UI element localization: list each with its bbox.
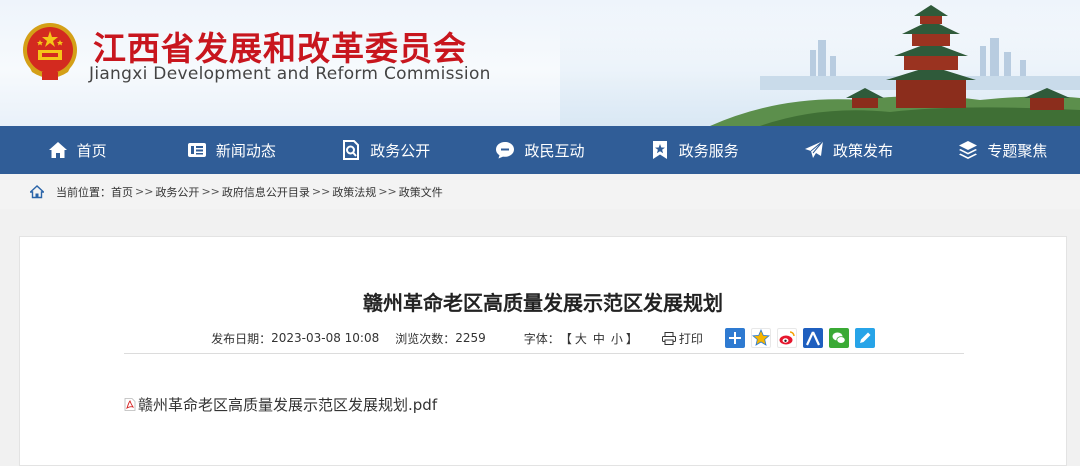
- breadcrumb-link-home[interactable]: 首页: [111, 184, 133, 200]
- font-size-medium-button[interactable]: 中: [593, 330, 605, 347]
- nav-item-label: 政务公开: [370, 141, 431, 160]
- breadcrumb-link-gov-affairs[interactable]: 政务公开: [155, 184, 199, 200]
- nav-item-label: 首页: [76, 141, 107, 160]
- print-label: 打印: [678, 331, 703, 346]
- printer-icon: [661, 331, 676, 345]
- renren-icon[interactable]: [802, 328, 823, 348]
- layers-icon: [959, 141, 978, 159]
- site-header: 江西省发展和改革委员会 Jiangxi Development and Refo…: [0, 0, 1080, 126]
- breadcrumb-prefix: 当前位置：: [56, 185, 111, 199]
- article-meta: 发布日期： 2023-03-08 10:08 浏览次数： 2259 字体： 【 …: [20, 328, 1066, 348]
- breadcrumb-home-icon: [30, 184, 44, 198]
- home-icon: [48, 142, 67, 158]
- print-button[interactable]: 打印: [661, 330, 703, 347]
- nav-item-news[interactable]: 新闻动态: [154, 140, 308, 161]
- breadcrumb-link-policy-docs[interactable]: 政策文件: [399, 184, 443, 200]
- qzone-star-icon[interactable]: [750, 328, 771, 348]
- pdf-attachment-link[interactable]: 赣州革命老区高质量发展示范区发展规划.pdf: [124, 394, 437, 415]
- breadcrumb-separator: >>: [311, 185, 331, 198]
- nav-item-label: 政务服务: [678, 141, 739, 160]
- chat-icon: [496, 142, 515, 159]
- breadcrumb-separator: >>: [378, 185, 397, 198]
- news-icon: [187, 143, 206, 157]
- article-panel: 赣州革命老区高质量发展示范区发展规划 发布日期： 2023-03-08 10:0…: [19, 236, 1067, 466]
- pencil-share-icon[interactable]: [854, 328, 875, 348]
- bookmark-star-icon: [652, 141, 667, 159]
- site-title-cn: 江西省发展和改革委员会: [93, 29, 467, 68]
- attachment-filename: 赣州革命老区高质量发展示范区发展规划.pdf: [138, 396, 438, 414]
- breadcrumb: 当前位置： 首页 >> 政务公开 >> 政府信息公开目录 >> 政策法规 >> …: [0, 174, 1080, 209]
- publish-date: 2023-03-08 10:08: [271, 331, 380, 345]
- meta-divider: [124, 353, 964, 354]
- font-size-large-button[interactable]: 大: [575, 330, 587, 347]
- national-emblem-icon[interactable]: [18, 20, 82, 84]
- views-label: 浏览次数：: [395, 331, 456, 346]
- weibo-icon[interactable]: [776, 328, 797, 348]
- font-size-small-button[interactable]: 小: [611, 330, 623, 347]
- article-title: 赣州革命老区高质量发展示范区发展规划: [363, 291, 723, 315]
- pdf-file-icon: [124, 398, 136, 411]
- share-bar: [724, 328, 875, 348]
- views-count: 2259: [455, 331, 486, 345]
- publish-date-label: 发布日期：: [211, 331, 272, 346]
- wechat-icon[interactable]: [828, 328, 849, 348]
- nav-item-services[interactable]: 政务服务: [617, 140, 771, 161]
- bracket-close: 】: [625, 331, 638, 346]
- breadcrumb-separator: >>: [135, 185, 154, 198]
- banner-scenery-image: [560, 0, 1080, 126]
- font-size-label: 字体：: [523, 331, 560, 346]
- nav-item-label: 政策发布: [833, 141, 894, 160]
- site-title-en: Jiangxi Development and Reform Commissio…: [89, 64, 491, 84]
- bracket-open: 【: [559, 331, 572, 346]
- main-nav: 首页 新闻动态 政务公开 政民互动 政务服务 政策发布 专题聚焦: [0, 126, 1080, 174]
- nav-item-interaction[interactable]: 政民互动: [463, 140, 617, 161]
- nav-item-label: 新闻动态: [215, 141, 276, 160]
- nav-item-gov-affairs[interactable]: 政务公开: [309, 140, 463, 161]
- paper-plane-icon: [805, 140, 824, 158]
- document-search-icon: [343, 140, 360, 160]
- nav-item-label: 政民互动: [524, 141, 585, 160]
- nav-item-label: 专题聚焦: [987, 141, 1048, 160]
- nav-item-policy[interactable]: 政策发布: [771, 140, 925, 161]
- breadcrumb-separator: >>: [201, 185, 220, 198]
- breadcrumb-link-info-catalog[interactable]: 政府信息公开目录: [222, 184, 310, 200]
- plus-share-icon[interactable]: [724, 328, 745, 348]
- breadcrumb-link-regulations[interactable]: 政策法规: [332, 184, 376, 200]
- nav-item-topics[interactable]: 专题聚焦: [926, 140, 1080, 161]
- nav-item-home[interactable]: 首页: [0, 140, 154, 161]
